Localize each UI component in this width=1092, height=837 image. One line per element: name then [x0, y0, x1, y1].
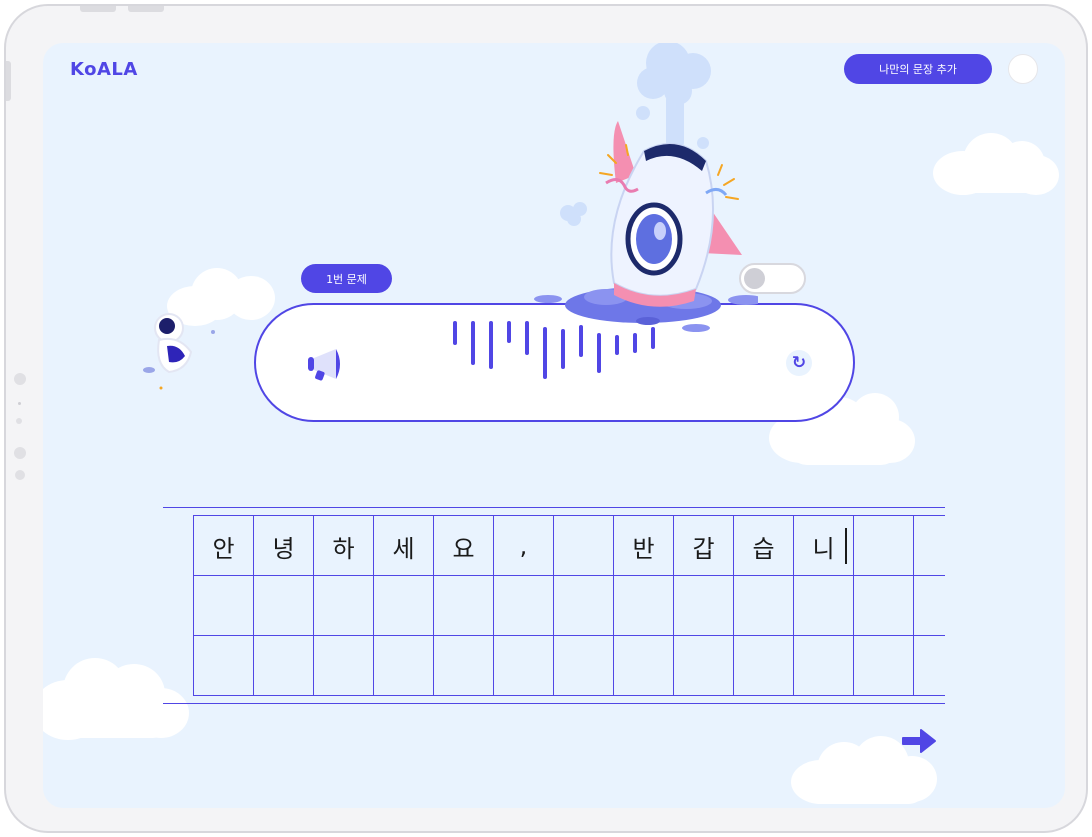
grid-border [163, 703, 945, 704]
device-sensor [14, 447, 26, 459]
rocket-illustration [534, 43, 758, 332]
device-sensor [18, 402, 21, 405]
add-sentence-button[interactable]: 나만의 문장 추가 [844, 54, 992, 84]
grid-cell[interactable] [613, 636, 673, 696]
grid-cell[interactable] [373, 576, 433, 636]
grid-cell[interactable]: 갑 [673, 516, 733, 576]
grid-cell[interactable] [433, 636, 493, 696]
app-screen: KoALA 나만의 문장 추가 1번 문제 ↻ 안 녕 하 세 요 , 반 갑 … [43, 43, 1065, 808]
grid-row [193, 635, 945, 696]
arrow-right-icon[interactable] [901, 726, 937, 756]
tablet-frame: KoALA 나만의 문장 추가 1번 문제 ↻ 안 녕 하 세 요 , 반 갑 … [4, 4, 1088, 833]
grid-cell[interactable] [853, 576, 913, 636]
grid-cell[interactable] [793, 636, 853, 696]
grid-cell[interactable] [913, 516, 945, 576]
grid-cell[interactable] [253, 576, 313, 636]
astronaut-illustration [143, 313, 215, 390]
grid-cell[interactable] [433, 576, 493, 636]
grid-cell[interactable]: 반 [613, 516, 673, 576]
grid-cell[interactable] [553, 516, 613, 576]
grid-cell[interactable] [253, 636, 313, 696]
grid-cell[interactable] [493, 636, 553, 696]
grid-cell[interactable]: 안 [193, 516, 253, 576]
grid-cell[interactable]: 습 [733, 516, 793, 576]
grid-cell[interactable]: 하 [313, 516, 373, 576]
grid-cell[interactable]: 세 [373, 516, 433, 576]
device-button [80, 6, 116, 12]
cloud-decoration [933, 133, 1063, 203]
grid-cell[interactable] [733, 576, 793, 636]
app-logo[interactable]: KoALA [70, 59, 138, 80]
grid-cell[interactable] [553, 636, 613, 696]
grid-cell[interactable]: 녕 [253, 516, 313, 576]
writing-grid[interactable]: 안 녕 하 세 요 , 반 갑 습 니 [163, 507, 945, 705]
grid-row: 안 녕 하 세 요 , 반 갑 습 니 [193, 515, 945, 576]
grid-cell[interactable] [853, 636, 913, 696]
grid-cell[interactable] [313, 636, 373, 696]
device-button [128, 6, 164, 12]
question-number-badge: 1번 문제 [301, 264, 392, 293]
grid-cell[interactable]: 요 [433, 516, 493, 576]
grid-cell[interactable] [313, 576, 373, 636]
device-sensor [16, 418, 22, 424]
avatar[interactable] [1008, 54, 1038, 84]
grid-cell[interactable] [553, 576, 613, 636]
device-sensor [14, 373, 26, 385]
grid-cell[interactable]: 니 [793, 516, 853, 576]
refresh-icon[interactable]: ↻ [786, 350, 812, 376]
device-button [6, 61, 11, 101]
grid-cell[interactable] [733, 636, 793, 696]
grid-cell[interactable] [493, 576, 553, 636]
grid-cell[interactable] [673, 636, 733, 696]
grid-cell[interactable] [373, 636, 433, 696]
text-cursor [845, 528, 847, 564]
grid-cell[interactable] [613, 576, 673, 636]
device-sensor [15, 470, 25, 480]
grid-cell[interactable] [193, 636, 253, 696]
megaphone-icon[interactable] [306, 345, 346, 385]
grid-cell[interactable] [793, 576, 853, 636]
grid-row [193, 575, 945, 636]
grid-cell[interactable] [913, 576, 945, 636]
grid-cell[interactable] [913, 636, 945, 696]
grid-cell[interactable]: , [493, 516, 553, 576]
grid-border [163, 507, 945, 508]
grid-cell[interactable] [193, 576, 253, 636]
grid-cell[interactable] [853, 516, 913, 576]
grid-cell[interactable] [673, 576, 733, 636]
